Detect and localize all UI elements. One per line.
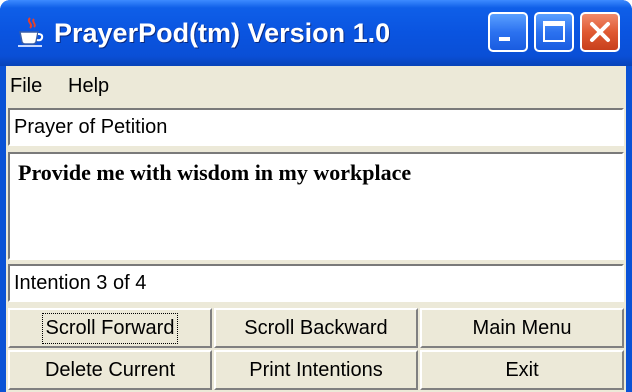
prayer-category-field[interactable]: Prayer of Petition <box>8 108 624 146</box>
intention-counter-field[interactable]: Intention 3 of 4 <box>8 264 624 302</box>
app-window: PrayerPod(tm) Version 1.0 File Help Pray… <box>0 0 632 392</box>
scroll-forward-button[interactable]: Scroll Forward <box>8 308 212 348</box>
delete-current-label: Delete Current <box>44 358 176 381</box>
close-button[interactable] <box>580 12 620 52</box>
print-intentions-label: Print Intentions <box>249 358 383 381</box>
button-panel: Scroll Forward Scroll Backward Main Menu… <box>8 308 624 390</box>
menu-file[interactable]: File <box>10 66 42 106</box>
main-menu-label: Main Menu <box>472 316 572 339</box>
delete-current-button[interactable]: Delete Current <box>8 350 212 390</box>
client-area: File Help Prayer of Petition Provide me … <box>6 66 626 392</box>
scroll-backward-label: Scroll Backward <box>244 316 388 339</box>
scroll-backward-button[interactable]: Scroll Backward <box>214 308 418 348</box>
window-title: PrayerPod(tm) Version 1.0 <box>54 18 391 48</box>
exit-label: Exit <box>505 358 539 381</box>
maximize-button[interactable] <box>534 12 574 52</box>
minimize-button[interactable] <box>488 12 528 52</box>
print-intentions-button[interactable]: Print Intentions <box>214 350 418 390</box>
intention-text-area[interactable]: Provide me with wisdom in my workplace <box>8 152 624 260</box>
title-bar[interactable]: PrayerPod(tm) Version 1.0 <box>0 0 632 66</box>
main-menu-button[interactable]: Main Menu <box>420 308 624 348</box>
exit-button[interactable]: Exit <box>420 350 624 390</box>
menu-help[interactable]: Help <box>68 66 109 106</box>
scroll-forward-label: Scroll Forward <box>41 312 179 344</box>
menu-bar: File Help <box>6 66 626 106</box>
java-cup-icon <box>16 16 44 48</box>
